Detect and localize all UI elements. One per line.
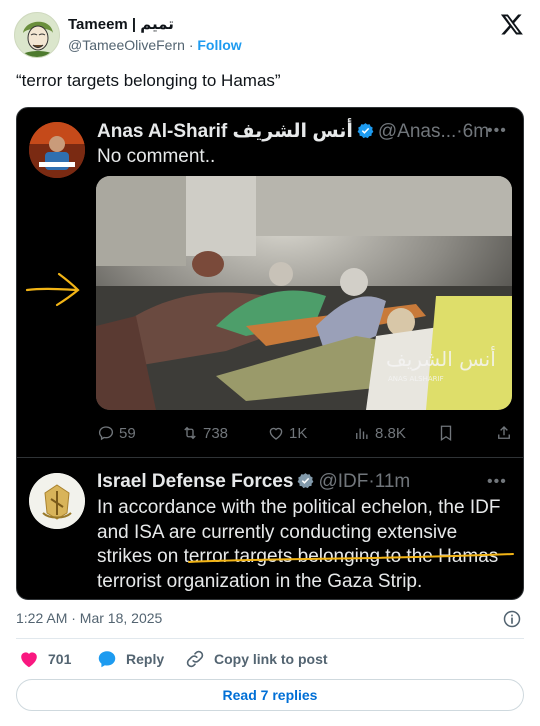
quote1-reply-action: 59 [97, 424, 136, 442]
author-avatar[interactable] [14, 12, 60, 58]
quote2-more-icon: ••• [487, 473, 507, 490]
quote1-handle: @Anas... [377, 121, 457, 142]
footer-separator [16, 638, 524, 639]
quote2-display-name: Israel Defense Forces [97, 471, 294, 492]
embedded-screenshot: Anas Al-Sharif أنس الشريف @Anas...·6m •••… [16, 107, 524, 600]
follow-link[interactable]: Follow [197, 37, 241, 53]
read-replies-button[interactable]: Read 7 replies [16, 679, 524, 711]
quote1-view-count: 8.8K [375, 424, 406, 442]
like-count: 701 [48, 651, 72, 667]
share-icon [498, 426, 510, 439]
idf-emblem-icon [29, 473, 85, 529]
avatar-illustration [15, 13, 59, 57]
quote1-like-action: 1K [267, 424, 307, 442]
quote1-photo: أنس الشريف ANAS ALSHARIF [96, 176, 512, 410]
reply-button[interactable]: Reply [96, 648, 164, 670]
quote1-header: Anas Al-Sharif أنس الشريف @Anas...·6m [97, 120, 489, 143]
heart-filled-icon [21, 652, 37, 668]
quote2-avatar [29, 473, 85, 529]
info-icon[interactable] [502, 609, 522, 629]
quote2-time: 11m [374, 471, 411, 492]
quote1-time: 6m [462, 121, 490, 142]
views-chart-icon [356, 428, 368, 439]
tweet-header: Tameem | تميم @TameeOliveFern · Follow [14, 12, 526, 58]
quote1-action-bar: 59 738 1K 8.8K [97, 424, 517, 446]
quote2-body: In accordance with the political echelon… [97, 497, 501, 592]
like-button[interactable]: 701 [18, 648, 71, 670]
quote-divider [17, 457, 523, 458]
bookmark-icon [440, 425, 452, 442]
tweet-timestamp[interactable]: 1:22 AM · Mar 18, 2025 [16, 610, 162, 626]
author-handle-line: @TameeOliveFern · Follow [68, 37, 242, 53]
engagement-bar: 701 Reply Copy link to post [16, 648, 524, 672]
quote1-reply-count: 59 [119, 424, 136, 442]
quote1-bookmark-action [437, 424, 455, 442]
heart-outline-icon [269, 427, 283, 440]
link-icon [186, 650, 204, 668]
quote1-share-action [495, 424, 513, 442]
quote2-header: Israel Defense Forces @IDF·11m [97, 471, 410, 493]
gray-verified-badge-icon [298, 473, 314, 489]
quote1-display-name: Anas Al-Sharif أنس الشريف [97, 121, 353, 142]
author-display-name[interactable]: Tameem | تميم [68, 15, 174, 33]
quote1-retweet-action: 738 [181, 424, 228, 442]
photo-scene: أنس الشريف ANAS ALSHARIF [96, 176, 512, 410]
verified-badge-icon [357, 123, 374, 139]
quote1-retweet-count: 738 [203, 424, 229, 442]
author-handle[interactable]: @TameeOliveFern [68, 37, 185, 53]
x-logo-icon[interactable] [500, 12, 524, 36]
hand-drawn-arrow-icon [25, 272, 80, 307]
quote1-views-action: 8.8K [353, 424, 406, 442]
photo-watermark-sub: ANAS ALSHARIF [388, 375, 444, 383]
reply-bubble-icon [98, 651, 116, 668]
quote1-text: No comment.. [97, 146, 216, 167]
reply-icon [98, 426, 114, 441]
retweet-icon [184, 426, 196, 440]
handle-separator: · [188, 37, 194, 53]
reply-label: Reply [126, 651, 165, 667]
copy-link-label: Copy link to post [214, 651, 328, 667]
quote2-handle: @IDF [318, 471, 369, 492]
quote1-like-count: 1K [289, 424, 308, 442]
quote1-more-icon: ••• [487, 122, 507, 139]
quote1-avatar [29, 122, 85, 178]
tweet-text: “terror targets belonging to Hamas” [16, 71, 281, 90]
copy-link-button[interactable]: Copy link to post [184, 648, 328, 670]
photo-watermark: أنس الشريف [386, 346, 496, 371]
quote1-avatar-image [29, 122, 85, 178]
